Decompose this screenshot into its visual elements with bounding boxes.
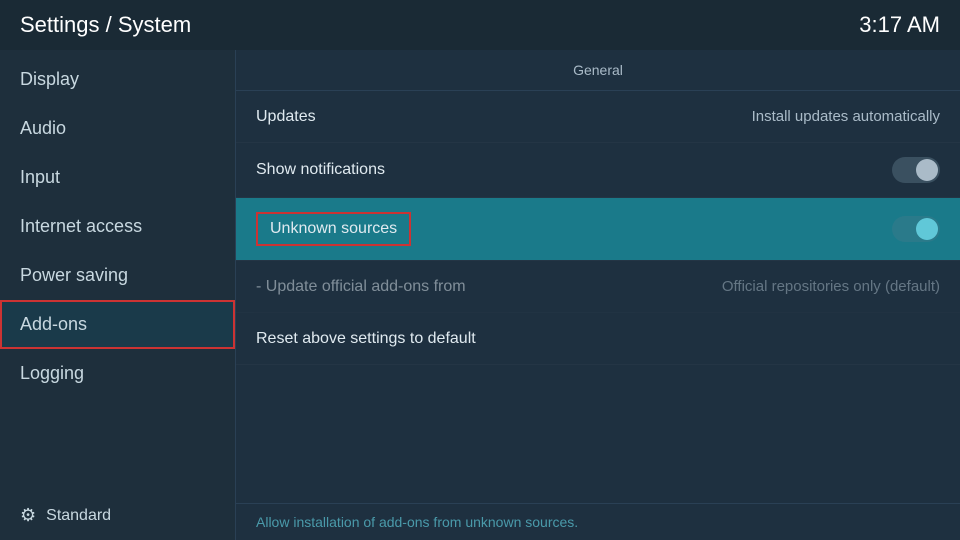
sidebar-item-internet-access[interactable]: Internet access [0, 202, 235, 251]
settings-row-reset[interactable]: Reset above settings to default [236, 313, 960, 365]
settings-row-updates[interactable]: Updates Install updates automatically [236, 91, 960, 143]
updates-label: Updates [256, 108, 316, 126]
app-header: Settings / System 3:17 AM [0, 0, 960, 50]
settings-row-unknown-sources[interactable]: Unknown sources [236, 198, 960, 261]
clock: 3:17 AM [859, 12, 940, 38]
page-title: Settings / System [20, 12, 191, 38]
sidebar-item-input[interactable]: Input [0, 153, 235, 202]
sidebar-item-display[interactable]: Display [0, 55, 235, 104]
toggle-knob [916, 159, 938, 181]
sidebar-item-audio[interactable]: Audio [0, 104, 235, 153]
toggle-knob [916, 218, 938, 240]
settings-row-show-notifications[interactable]: Show notifications [236, 143, 960, 198]
show-notifications-label: Show notifications [256, 161, 385, 179]
content-area: General Updates Install updates automati… [235, 50, 960, 540]
update-addons-value: Official repositories only (default) [722, 278, 940, 295]
show-notifications-toggle[interactable] [892, 157, 940, 183]
reset-label: Reset above settings to default [256, 330, 476, 348]
settings-list: Updates Install updates automatically Sh… [236, 91, 960, 503]
content-footer-hint: Allow installation of add-ons from unkno… [236, 503, 960, 540]
sidebar: Display Audio Input Internet access Powe… [0, 50, 235, 540]
section-header: General [236, 50, 960, 91]
sidebar-item-power-saving[interactable]: Power saving [0, 251, 235, 300]
gear-icon: ⚙ [20, 505, 36, 526]
unknown-sources-toggle[interactable] [892, 216, 940, 242]
settings-row-update-addons-from[interactable]: - Update official add-ons from Official … [236, 261, 960, 313]
sidebar-footer-label: Standard [46, 507, 111, 525]
sidebar-item-logging[interactable]: Logging [0, 349, 235, 398]
unknown-sources-label: Unknown sources [256, 212, 411, 246]
updates-value: Install updates automatically [752, 108, 940, 125]
main-layout: Display Audio Input Internet access Powe… [0, 50, 960, 540]
sidebar-footer: ⚙ Standard [0, 491, 235, 540]
update-addons-label: - Update official add-ons from [256, 278, 466, 296]
sidebar-item-add-ons[interactable]: Add-ons [0, 300, 235, 349]
